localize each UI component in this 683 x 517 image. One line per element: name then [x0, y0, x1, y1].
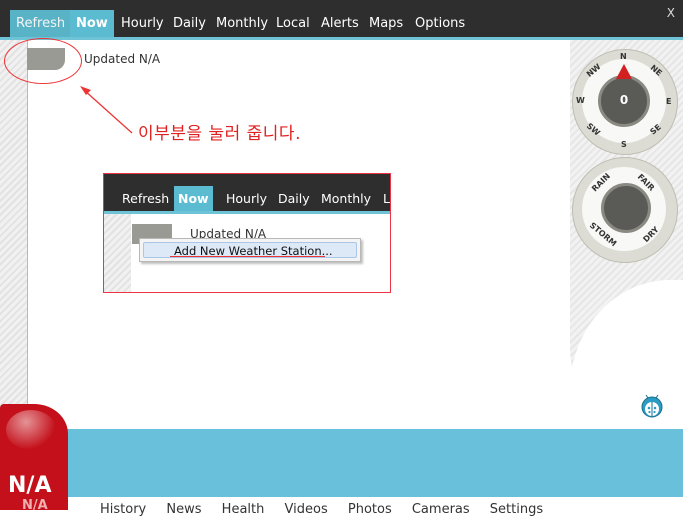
inset-tab-refresh: Refresh — [122, 191, 170, 206]
compass-label-w: W — [576, 96, 585, 105]
badge-main-text: N/A — [8, 473, 52, 498]
inset-context-menu: Add New Weather Station... — [139, 238, 361, 262]
ladybug-icon[interactable] — [640, 394, 664, 418]
inset-annotation-underline — [170, 256, 325, 257]
inset-left-strip — [104, 214, 131, 292]
bottom-info-bar — [27, 427, 683, 497]
inset-tab-now: Now — [174, 186, 213, 211]
inset-screenshot: Refresh Now Hourly Daily Monthly L Updat… — [103, 173, 391, 293]
compass-label-s: S — [621, 140, 627, 149]
inset-accent-line — [104, 211, 390, 214]
badge-sub-text: N/A — [22, 498, 48, 513]
weather-dial-center — [601, 183, 651, 233]
inset-menu-bar: Refresh Now Hourly Daily Monthly L — [104, 174, 390, 211]
inset-tab-daily: Daily — [278, 191, 310, 206]
inset-tab-monthly: Monthly — [321, 191, 372, 206]
badge-gloss — [6, 410, 56, 450]
compass-label-n: N — [620, 52, 627, 61]
compass-label-e: E — [666, 97, 672, 106]
inset-tab-hourly: Hourly — [226, 191, 267, 206]
compass-value: 0 — [619, 93, 629, 107]
inset-tab-l: L — [383, 191, 390, 206]
